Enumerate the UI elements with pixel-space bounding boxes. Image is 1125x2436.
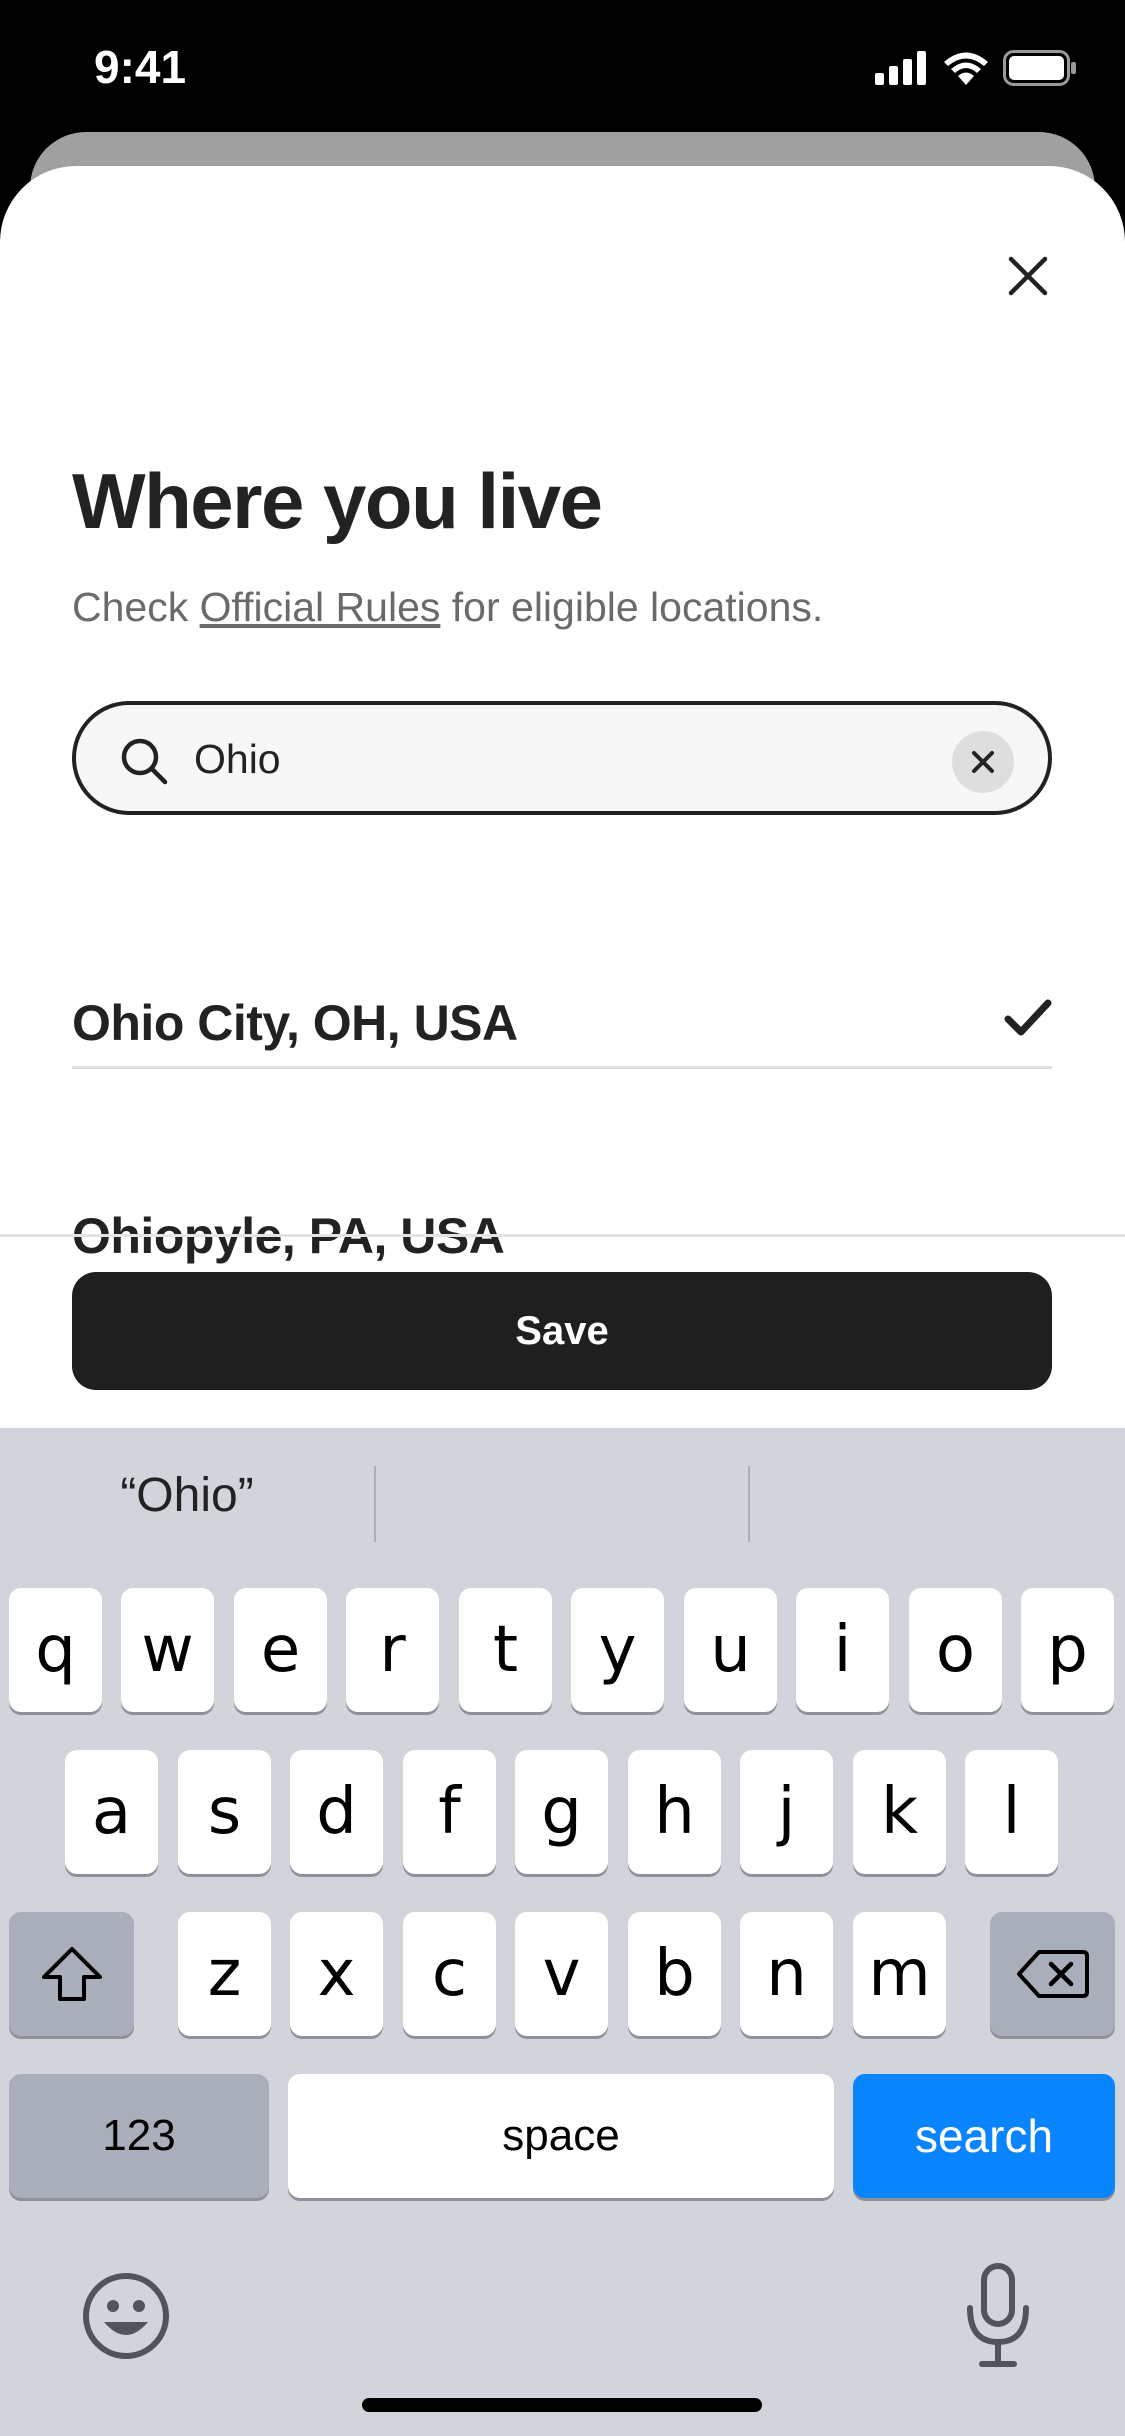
result-divider [72, 1066, 1052, 1069]
signal-icon [875, 51, 926, 85]
keyboard: “Ohio” q w e r t y u i o p a s d f g h j… [0, 1428, 1125, 2436]
key-o[interactable]: o [909, 1588, 1002, 1712]
shift-key[interactable] [9, 1912, 134, 2036]
search-key[interactable]: search [853, 2074, 1115, 2198]
wifi-icon [944, 52, 988, 85]
key-x[interactable]: x [290, 1912, 383, 2036]
footer-divider [0, 1234, 1125, 1237]
shift-icon [41, 1947, 102, 2001]
suggestion-divider [748, 1466, 750, 1542]
backspace-key[interactable] [990, 1912, 1115, 2036]
battery-icon [1003, 50, 1076, 86]
close-button[interactable] [990, 238, 1066, 314]
key-j[interactable]: j [740, 1750, 833, 1874]
close-icon [1008, 256, 1048, 296]
key-k[interactable]: k [853, 1750, 946, 1874]
key-q[interactable]: q [9, 1588, 102, 1712]
clear-search-button[interactable] [952, 731, 1014, 793]
key-l[interactable]: l [965, 1750, 1058, 1874]
key-b[interactable]: b [628, 1912, 721, 2036]
save-button[interactable]: Save [72, 1272, 1052, 1390]
key-s[interactable]: s [178, 1750, 271, 1874]
suggestion-bar: “Ohio” [0, 1428, 1125, 1588]
space-key[interactable]: space [288, 2074, 834, 2198]
backspace-icon [1016, 1950, 1089, 1998]
status-bar: 9:41 [0, 0, 1125, 140]
key-i[interactable]: i [796, 1588, 889, 1712]
result-label: Ohio City, OH, USA [72, 995, 518, 1051]
key-r[interactable]: r [346, 1588, 439, 1712]
search-icon [121, 738, 168, 785]
page-title: Where you live [72, 457, 603, 545]
location-sheet: Where you live Check Official Rules for … [0, 166, 1125, 1428]
suggestion-item[interactable]: “Ohio” [0, 1468, 374, 1523]
search-input[interactable] [194, 721, 974, 797]
key-a[interactable]: a [65, 1750, 158, 1874]
home-indicator[interactable] [362, 2398, 762, 2412]
key-f[interactable]: f [403, 1750, 496, 1874]
clear-icon [972, 751, 994, 773]
microphone-icon[interactable] [960, 2262, 1036, 2370]
subtitle: Check Official Rules for eligible locati… [72, 584, 823, 631]
emoji-icon[interactable] [78, 2268, 174, 2364]
numbers-key[interactable]: 123 [9, 2074, 269, 2198]
status-icons [875, 50, 1077, 86]
official-rules-link[interactable]: Official Rules [200, 584, 441, 630]
search-box[interactable] [72, 701, 1052, 815]
status-time: 9:41 [94, 41, 187, 93]
key-v[interactable]: v [515, 1912, 608, 2036]
checkmark-icon [1004, 999, 1052, 1036]
suggestion-divider [374, 1466, 376, 1542]
key-t[interactable]: t [459, 1588, 552, 1712]
key-c[interactable]: c [403, 1912, 496, 2036]
key-d[interactable]: d [290, 1750, 383, 1874]
key-e[interactable]: e [234, 1588, 327, 1712]
key-m[interactable]: m [853, 1912, 946, 2036]
key-p[interactable]: p [1021, 1588, 1114, 1712]
key-u[interactable]: u [684, 1588, 777, 1712]
key-y[interactable]: y [571, 1588, 664, 1712]
key-h[interactable]: h [628, 1750, 721, 1874]
subtitle-suffix: for eligible locations. [440, 584, 824, 630]
key-z[interactable]: z [178, 1912, 271, 2036]
key-g[interactable]: g [515, 1750, 608, 1874]
key-n[interactable]: n [740, 1912, 833, 2036]
subtitle-prefix: Check [72, 584, 200, 630]
key-w[interactable]: w [121, 1588, 214, 1712]
